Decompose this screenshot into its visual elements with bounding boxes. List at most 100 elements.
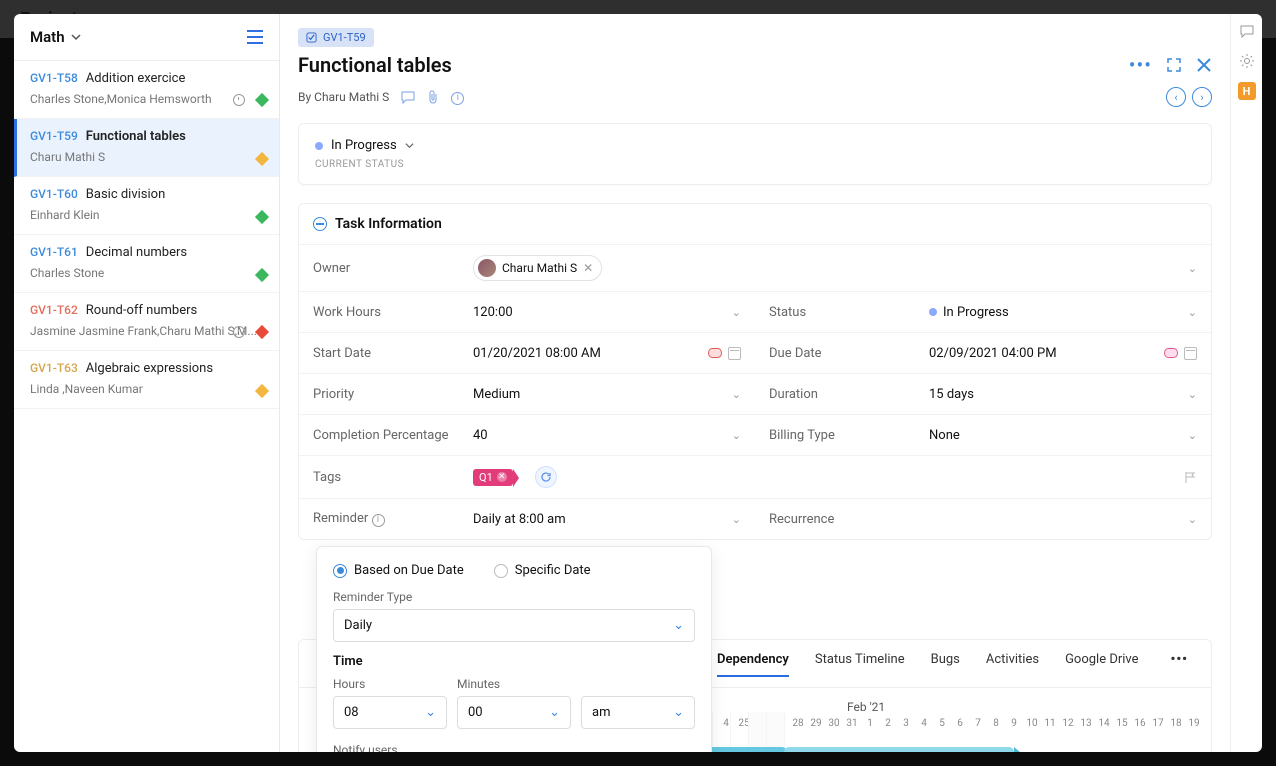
task-icon [306, 32, 317, 43]
more-icon[interactable]: ••• [1129, 53, 1152, 77]
gantt-day-label: 4 [915, 718, 933, 729]
status-field[interactable]: In Progress⌄ [929, 305, 1197, 320]
start-date-field[interactable]: 01/20/2021 08:00 AM [473, 346, 741, 361]
hours-select[interactable]: 08⌄ [333, 696, 447, 729]
status-sublabel: CURRENT STATUS [315, 159, 1195, 170]
gantt-day-label: 9 [1005, 718, 1023, 729]
gear-icon[interactable] [1238, 52, 1256, 70]
ampm-select[interactable]: am⌄ [581, 696, 695, 729]
chevron-down-icon: ⌄ [732, 388, 741, 401]
next-task-icon[interactable]: › [1192, 87, 1212, 107]
work-hours-field[interactable]: 120:00⌄ [473, 305, 741, 320]
gantt-bar[interactable] [784, 747, 1014, 752]
ampm-label [581, 677, 695, 691]
due-date-field[interactable]: 02/09/2021 04:00 PM [929, 346, 1197, 361]
remove-tag-icon[interactable]: ✕ [497, 472, 507, 482]
tags-label: Tags [313, 470, 473, 485]
minutes-select[interactable]: 00⌄ [457, 696, 571, 729]
task-name: Basic division [86, 187, 166, 202]
gantt-day-label: 12 [1059, 718, 1077, 729]
help-icon[interactable]: H [1238, 82, 1256, 100]
recurrence-field[interactable]: ⌄ [929, 513, 1197, 526]
reminder-label: Reminder i [313, 511, 473, 527]
task-assignees: Charles Stone,Monica Hemsworth [30, 92, 212, 106]
tab-dependency[interactable]: Dependency [717, 652, 789, 677]
byline: By Charu Mathi S [298, 90, 389, 104]
chevron-down-icon: ⌄ [425, 705, 436, 720]
calendar-icon[interactable] [1184, 347, 1197, 360]
chevron-down-icon: ⌄ [1188, 513, 1197, 526]
gantt-day-label: 17 [1149, 718, 1167, 729]
gantt-day-label: 30 [825, 718, 843, 729]
start-date-label: Start Date [313, 346, 473, 361]
calendar-icon[interactable] [728, 347, 741, 360]
status-field-value: In Progress [943, 305, 1009, 320]
task-name: Functional tables [86, 129, 186, 144]
task-title: Functional tables [298, 53, 452, 77]
reminder-type-value: Daily [344, 618, 372, 633]
reminder-field[interactable]: Daily at 8:00 am⌄ [473, 512, 741, 527]
billing-field[interactable]: None⌄ [929, 428, 1197, 443]
radio-on-icon [333, 564, 347, 578]
comment-icon[interactable] [401, 91, 415, 104]
completion-field[interactable]: 40⌄ [473, 428, 741, 443]
gantt-day-label: 10 [1023, 718, 1041, 729]
due-date-value: 02/09/2021 04:00 PM [929, 346, 1057, 361]
tab-status-timeline[interactable]: Status Timeline [815, 652, 905, 677]
reminder-popup: Based on Due Date Specific Date Reminder… [316, 546, 712, 752]
tags-field[interactable]: Q1 ✕ [473, 466, 1197, 488]
notify-label: Notify users [333, 743, 695, 752]
attachment-icon[interactable] [427, 90, 439, 104]
tab-bugs[interactable]: Bugs [931, 652, 960, 677]
task-id: GV1-T59 [30, 129, 78, 143]
prev-task-icon[interactable]: ‹ [1166, 87, 1186, 107]
info-icon[interactable]: i [372, 514, 385, 527]
billing-value: None [929, 428, 960, 443]
project-selector[interactable]: Math [30, 28, 81, 46]
radio-specific-date[interactable]: Specific Date [494, 563, 591, 578]
task-list-item[interactable]: GV1-T61Decimal numbers Charles Stone [14, 235, 279, 293]
completion-value: 40 [473, 428, 488, 443]
flag-icon[interactable] [1184, 471, 1197, 484]
owner-field[interactable]: Charu Mathi S✕ ⌄ [473, 255, 1197, 281]
tag-chip[interactable]: Q1 ✕ [473, 469, 513, 486]
task-list-item[interactable]: GV1-T58Addition exercice Charles Stone,M… [14, 61, 279, 119]
task-list-item[interactable]: GV1-T62Round-off numbers Jasmine Jasmine… [14, 293, 279, 351]
overdue-icon [1164, 348, 1178, 358]
chat-icon[interactable] [1238, 22, 1256, 40]
task-list-item[interactable]: GV1-T60Basic division Einhard Klein [14, 177, 279, 235]
close-icon[interactable] [1196, 57, 1212, 73]
status-card: In Progress CURRENT STATUS [298, 123, 1212, 185]
refresh-tags-icon[interactable] [535, 466, 557, 488]
gantt-day-label: 1 [861, 718, 879, 729]
tab-google-drive[interactable]: Google Drive [1065, 652, 1138, 677]
gantt-day-label: 15 [1113, 718, 1131, 729]
status-selector[interactable]: In Progress [315, 138, 1195, 153]
tabs-more-icon[interactable]: ••• [1171, 652, 1188, 677]
minutes-value: 00 [468, 705, 483, 720]
collapse-icon[interactable] [313, 217, 327, 231]
owner-label: Owner [313, 261, 473, 276]
tag-text: Q1 [479, 471, 493, 484]
expand-icon[interactable] [1166, 57, 1182, 73]
gantt-day-label: 3 [897, 718, 915, 729]
tab-activities[interactable]: Activities [986, 652, 1039, 677]
task-id-crumb[interactable]: GV1-T59 [298, 28, 374, 47]
radio-label: Based on Due Date [354, 563, 464, 578]
gantt-day-label: 5 [933, 718, 951, 729]
duration-field[interactable]: 15 days⌄ [929, 387, 1197, 402]
chevron-down-icon[interactable]: ⌄ [1188, 262, 1197, 275]
reminder-type-select[interactable]: Daily⌄ [333, 609, 695, 642]
radio-based-on-due[interactable]: Based on Due Date [333, 563, 464, 578]
task-list-item[interactable]: GV1-T63Algebraic expressions Linda ,Nave… [14, 351, 279, 409]
time-heading: Time [333, 654, 695, 669]
priority-field[interactable]: Medium⌄ [473, 387, 741, 402]
info-icon[interactable]: i [451, 89, 464, 105]
gantt-day-label: 6 [951, 718, 969, 729]
remove-chip-icon[interactable]: ✕ [583, 261, 593, 275]
overdue-icon [708, 348, 722, 358]
sidebar-menu-icon[interactable] [247, 30, 263, 44]
chevron-down-icon [405, 141, 414, 150]
task-list-item[interactable]: GV1-T59Functional tables Charu Mathi S [14, 119, 279, 177]
task-name: Round-off numbers [86, 303, 197, 318]
